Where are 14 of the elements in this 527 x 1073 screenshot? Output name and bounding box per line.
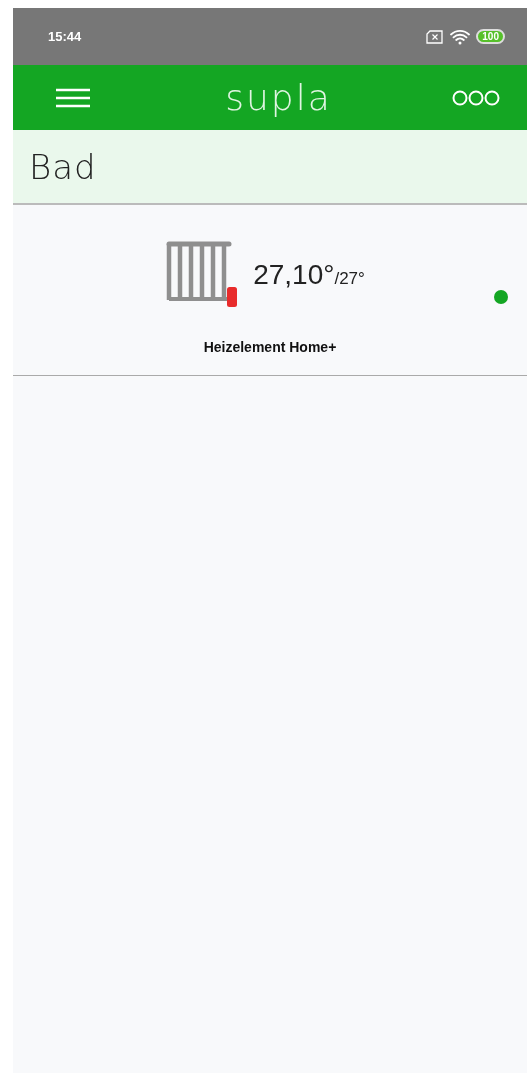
sim-off-icon [426, 29, 445, 44]
radiator-icon [165, 241, 239, 309]
location-header[interactable]: Bad [13, 130, 527, 205]
target-temperature: /27° [334, 269, 365, 289]
menu-icon[interactable] [55, 87, 91, 108]
temperature-reading: 27,10° [253, 259, 335, 291]
location-name: Bad [29, 146, 97, 187]
wifi-icon [450, 28, 471, 45]
channel-row[interactable]: 27,10°/27° Heizelement Home+ [13, 205, 527, 376]
battery-level: 100 [476, 29, 505, 44]
status-time: 15:44 [48, 29, 82, 44]
app-logo: supla [225, 77, 332, 118]
channel-name: Heizelement Home+ [203, 339, 337, 355]
more-icon[interactable] [452, 89, 500, 106]
